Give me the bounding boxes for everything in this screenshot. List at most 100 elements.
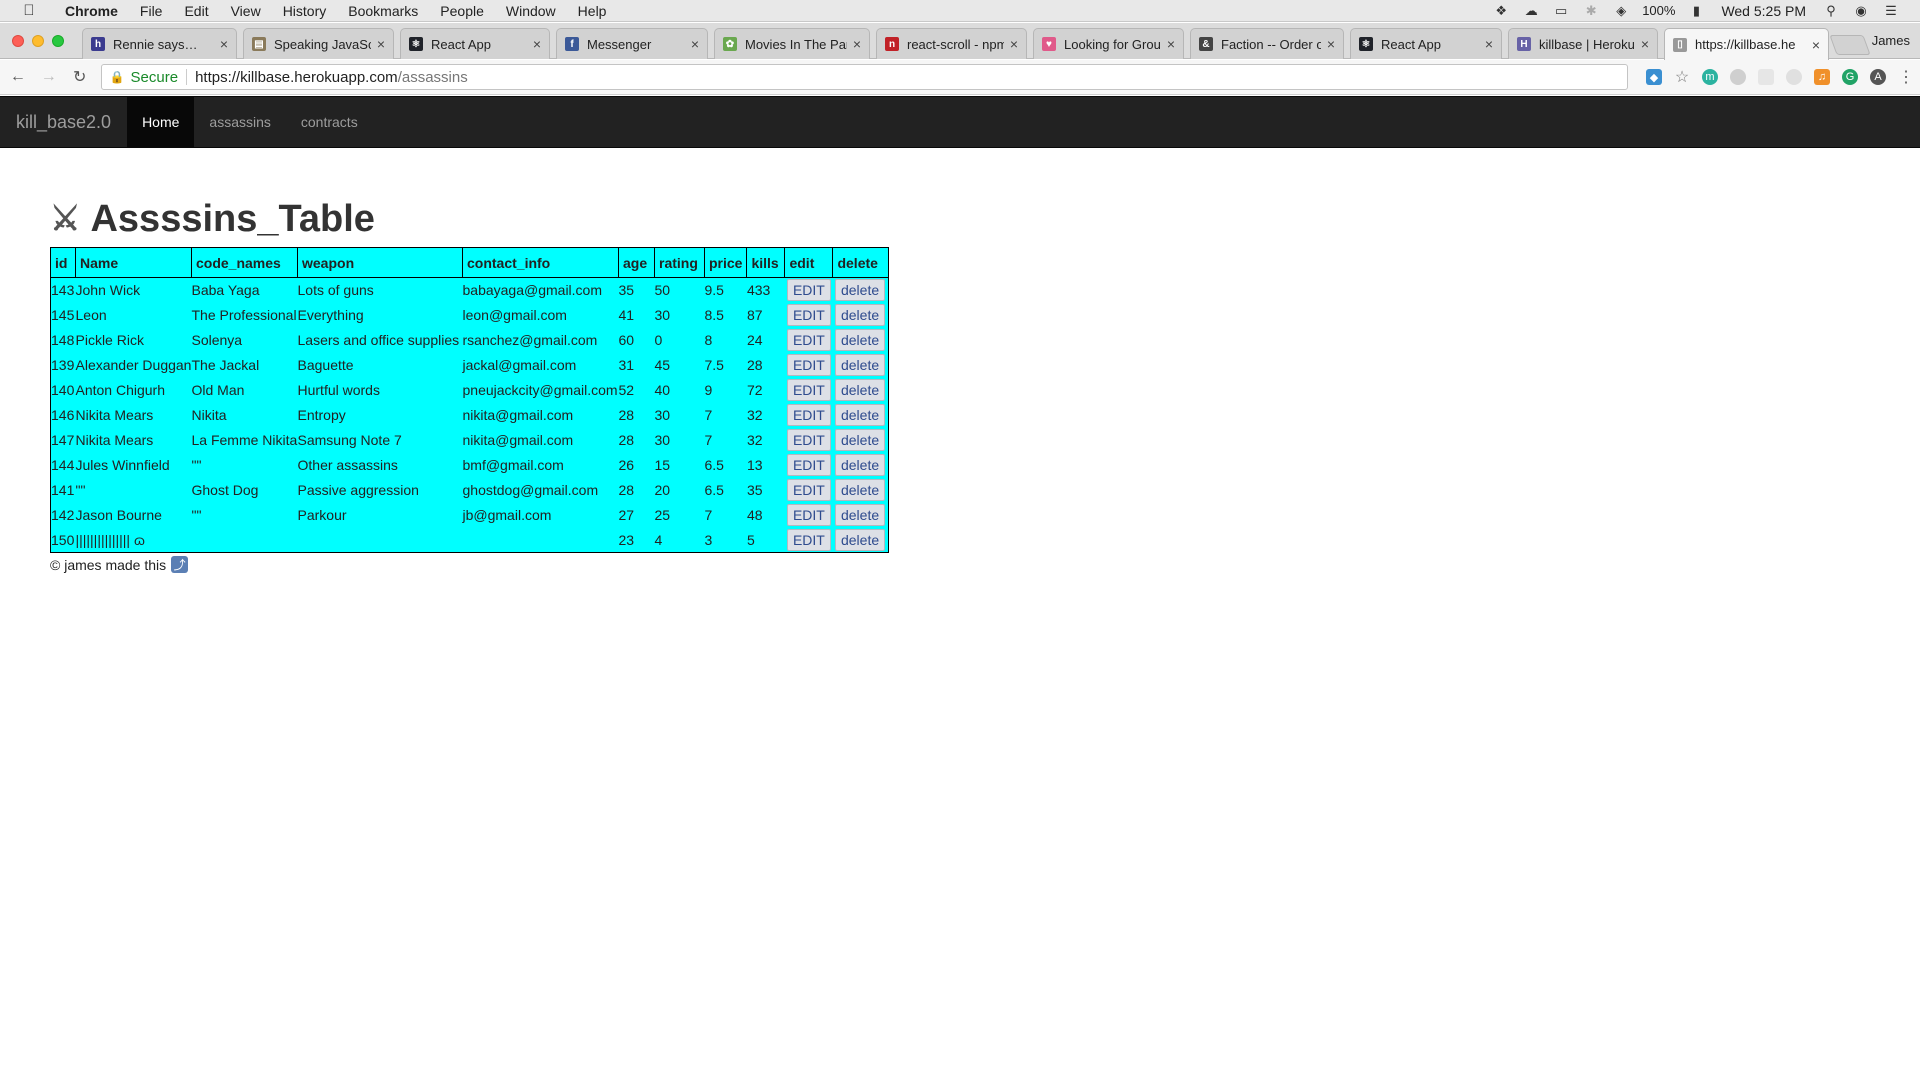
delete-button[interactable]: delete — [834, 279, 886, 302]
bluetooth-icon[interactable]: ✱ — [1582, 3, 1600, 18]
new-tab-button[interactable] — [1829, 35, 1871, 55]
window-maximize-button[interactable] — [52, 35, 64, 47]
cell-kills: 5 — [746, 531, 755, 548]
delete-button[interactable]: delete — [834, 454, 886, 476]
nav-assassins[interactable]: assassins — [194, 97, 285, 147]
nav-contracts[interactable]: contracts — [286, 97, 373, 147]
tab-close-icon[interactable]: × — [1167, 36, 1175, 52]
bookmark-star-icon[interactable]: ☆ — [1674, 69, 1690, 86]
browser-tab[interactable]: n react-scroll - npm × — [876, 28, 1027, 59]
edit-button[interactable]: EDIT — [786, 429, 831, 451]
cloud-app-icon[interactable]: ☁ — [1522, 3, 1540, 18]
tab-close-icon[interactable]: × — [1485, 36, 1493, 52]
cell-delete: delete — [833, 378, 889, 403]
browser-tab[interactable]: ✿ Movies In The Par × — [714, 28, 870, 59]
dropbox-icon[interactable]: ❖ — [1492, 3, 1510, 18]
battery-icon[interactable]: ▮ — [1687, 3, 1705, 18]
browser-tab[interactable]: ▤ Speaking JavaScri × — [243, 28, 394, 59]
extension-icon[interactable]: ♫ — [1814, 69, 1831, 85]
delete-button[interactable]: delete — [834, 504, 886, 526]
browser-tab[interactable]: ▯ https://killbase.he × — [1664, 28, 1829, 60]
reload-icon[interactable]: ↻ — [67, 64, 93, 90]
edit-button[interactable]: EDIT — [786, 504, 831, 526]
cell-age: 28 — [618, 407, 635, 423]
delete-button[interactable]: delete — [834, 528, 886, 551]
footer: © james made this ⤴ — [50, 556, 889, 573]
grammarly-icon[interactable]: G — [1842, 69, 1859, 85]
cell-kills: 72 — [746, 382, 763, 398]
cell-contact-info: rsanchez@gmail.com — [462, 332, 598, 348]
delete-button[interactable]: delete — [834, 404, 886, 426]
tab-close-icon[interactable]: × — [533, 36, 541, 52]
menu-file[interactable]: File — [129, 3, 174, 19]
menu-history[interactable]: History — [272, 3, 338, 19]
edit-button[interactable]: EDIT — [786, 329, 831, 351]
back-arrow-icon[interactable]: ← — [5, 64, 31, 90]
menu-window[interactable]: Window — [495, 3, 567, 19]
extension-icon[interactable]: ◆ — [1646, 69, 1663, 85]
tab-close-icon[interactable]: × — [1010, 36, 1018, 52]
site-brand[interactable]: kill_base2.0 — [0, 97, 127, 147]
window-close-button[interactable] — [12, 35, 24, 47]
browser-tab[interactable]: & Faction -- Order o × — [1190, 28, 1344, 59]
forward-arrow-icon[interactable]: → — [36, 64, 62, 90]
browser-tab[interactable]: ⚛ React App × — [400, 28, 550, 59]
extension-icon[interactable]: A — [1870, 69, 1887, 85]
extension-icon[interactable] — [1730, 69, 1747, 85]
extension-icon[interactable]: m — [1702, 69, 1719, 85]
chrome-menu-icon[interactable]: ⋮ — [1898, 69, 1914, 86]
browser-tab[interactable]: h Rennie says… × — [82, 28, 237, 59]
cell-delete: delete — [833, 353, 889, 378]
menu-edit[interactable]: Edit — [173, 3, 219, 19]
tab-close-icon[interactable]: × — [691, 36, 699, 52]
airplay-icon[interactable]: ▭ — [1552, 3, 1570, 18]
menu-app-chrome[interactable]: Chrome — [54, 3, 129, 19]
page-title: ⚔ Assssins_Table — [50, 195, 889, 243]
tab-close-icon[interactable]: × — [220, 36, 228, 52]
clock[interactable]: Wed 5:25 PM — [1721, 3, 1806, 19]
edit-button[interactable]: EDIT — [786, 304, 831, 326]
edit-button[interactable]: EDIT — [786, 379, 831, 401]
delete-button[interactable]: delete — [834, 354, 886, 376]
notification-center-icon[interactable]: ☰ — [1882, 3, 1900, 18]
edit-button[interactable]: EDIT — [786, 454, 831, 476]
delete-button[interactable]: delete — [834, 379, 886, 401]
menu-view[interactable]: View — [220, 3, 272, 19]
redirect-arrow-icon[interactable]: ⤴ — [171, 556, 189, 573]
tab-close-icon[interactable]: × — [853, 36, 861, 52]
edit-button[interactable]: EDIT — [786, 354, 831, 376]
extension-icon[interactable] — [1758, 69, 1775, 85]
nav-home[interactable]: Home — [127, 97, 195, 147]
menu-people[interactable]: People — [429, 3, 495, 19]
menu-bookmarks[interactable]: Bookmarks — [337, 3, 429, 19]
wifi-icon[interactable]: ◈ — [1612, 3, 1630, 18]
edit-button[interactable]: EDIT — [786, 404, 831, 426]
browser-tab[interactable]: ⚛ React App × — [1350, 28, 1502, 59]
tab-close-icon[interactable]: × — [1327, 36, 1335, 52]
edit-button[interactable]: EDIT — [786, 479, 831, 501]
tab-close-icon[interactable]: × — [1812, 37, 1820, 53]
browser-tab[interactable]: f Messenger × — [556, 28, 708, 59]
edit-button[interactable]: EDIT — [786, 528, 831, 551]
spotlight-search-icon[interactable]: ⚲ — [1822, 3, 1840, 18]
browser-tab[interactable]: Hkillbase | Heroku × — [1508, 28, 1658, 59]
battery-percent[interactable]: 100% — [1642, 3, 1675, 18]
cell-code-names: Baba Yaga — [191, 282, 260, 299]
cell-kills: 48 — [746, 507, 763, 523]
menu-help[interactable]: Help — [567, 3, 618, 19]
address-bar[interactable]: 🔒 Secure https://killbase.herokuapp.com /… — [100, 64, 1629, 90]
tab-close-icon[interactable]: × — [377, 36, 385, 52]
edit-button[interactable]: EDIT — [786, 279, 831, 302]
delete-button[interactable]: delete — [834, 304, 886, 326]
browser-tab[interactable]: ♥ Looking for Group × — [1033, 28, 1184, 59]
profile-button[interactable]: James — [1872, 33, 1910, 48]
cell-weapon: Hurtful words — [297, 382, 380, 398]
window-minimize-button[interactable] — [32, 35, 44, 47]
delete-button[interactable]: delete — [834, 479, 886, 501]
delete-button[interactable]: delete — [834, 429, 886, 451]
tab-close-icon[interactable]: × — [1641, 36, 1649, 52]
siri-icon[interactable]: ◉ — [1852, 3, 1870, 18]
delete-button[interactable]: delete — [834, 329, 886, 351]
apple-menu-icon[interactable]:  — [18, 2, 40, 19]
extension-icon[interactable] — [1786, 69, 1803, 85]
